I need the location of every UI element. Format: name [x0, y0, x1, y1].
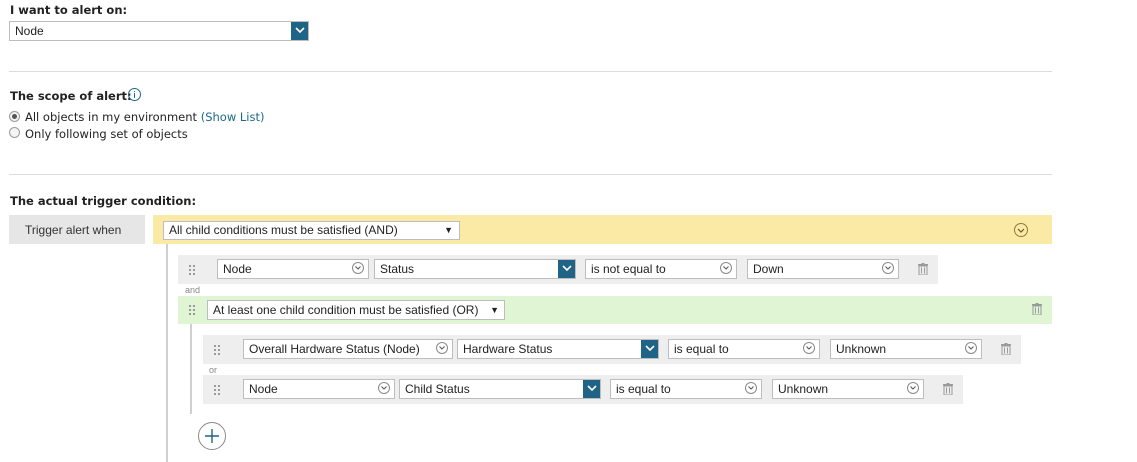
trash-icon[interactable] [918, 263, 928, 275]
alert-on-select[interactable]: Node [9, 21, 309, 41]
row1-operator-value: is not equal to [591, 262, 666, 276]
chevron-down-icon[interactable] [882, 262, 894, 274]
row1-field-select[interactable]: Status [374, 259, 576, 279]
scope-all-radio[interactable] [9, 111, 20, 122]
scope-following-label: Only following set of objects [25, 127, 188, 141]
trigger-when-label: Trigger alert when [25, 223, 122, 237]
chevron-down-icon[interactable] [745, 382, 757, 394]
drag-handle-icon[interactable] [214, 385, 222, 395]
root-condition-value: All child conditions must be satisfied (… [169, 223, 398, 237]
tree-line [190, 324, 192, 414]
add-condition-button[interactable] [198, 422, 226, 450]
scope-all-label: All objects in my environment [25, 110, 198, 124]
or-row2-field-select[interactable]: Child Status [399, 379, 601, 399]
root-condition-select[interactable]: All child conditions must be satisfied (… [163, 221, 460, 240]
chevron-down-icon[interactable] [965, 342, 977, 354]
or-row1-field-value: Hardware Status [463, 342, 553, 356]
or-row2-object-select[interactable]: Node [243, 379, 395, 399]
info-icon[interactable] [128, 88, 141, 101]
or-row2-field-value: Child Status [405, 382, 470, 396]
or-condition-select[interactable]: At least one child condition must be sat… [207, 300, 505, 320]
plus-circle-icon [205, 429, 219, 443]
chevron-down-icon[interactable] [720, 262, 732, 274]
or-row1-value-value: Unknown [836, 342, 887, 356]
drag-handle-icon[interactable] [189, 265, 197, 275]
chevron-down-icon[interactable] [558, 260, 575, 278]
drag-handle-icon[interactable] [214, 345, 222, 355]
chevron-down-icon[interactable] [378, 382, 390, 394]
or-row2-operator-select[interactable]: is equal to [610, 379, 762, 399]
row1-field-value: Status [380, 262, 415, 276]
or-row2-value-value: Unknown [778, 382, 829, 396]
trigger-label: The actual trigger condition: [10, 194, 197, 208]
or-row1-field-select[interactable]: Hardware Status [457, 339, 659, 359]
or-row1-value-select[interactable]: Unknown [830, 339, 982, 359]
alert-on-value: Node [15, 24, 44, 38]
trigger-when-box: Trigger alert when [9, 215, 145, 244]
or-row1-object-select[interactable]: Overall Hardware Status (Node) [243, 339, 453, 359]
tree-line [166, 244, 168, 462]
divider [9, 174, 1052, 175]
row1-operator-select[interactable]: is not equal to [585, 259, 737, 279]
drag-handle-icon[interactable] [189, 305, 197, 315]
scope-label: The scope of alert: [10, 89, 132, 103]
divider [9, 71, 1052, 72]
chevron-down-icon[interactable] [641, 340, 658, 358]
row1-value-select[interactable]: Down [747, 259, 899, 279]
chevron-down-icon[interactable] [907, 382, 919, 394]
chevron-down-icon[interactable] [803, 342, 815, 354]
trash-icon[interactable] [1001, 343, 1011, 355]
trash-icon[interactable] [1032, 303, 1042, 315]
alert-on-label: I want to alert on: [10, 3, 128, 17]
trash-icon[interactable] [943, 383, 953, 395]
or-row1-operator-value: is equal to [674, 342, 729, 356]
row1-object-value: Node [223, 262, 252, 276]
scope-following-radio[interactable] [9, 127, 20, 138]
chevron-down-icon[interactable] [291, 22, 308, 40]
or-row1-operator-select[interactable]: is equal to [668, 339, 820, 359]
or-row2-value-select[interactable]: Unknown [772, 379, 924, 399]
row1-value-value: Down [753, 262, 784, 276]
chevron-down-icon[interactable] [436, 342, 448, 354]
show-list-link[interactable]: (Show List) [201, 110, 265, 124]
caret-down-icon[interactable]: ▼ [444, 222, 453, 239]
scope-all-option: All objects in my environment (Show List… [25, 110, 264, 124]
or-row2-operator-value: is equal to [616, 382, 671, 396]
chevron-down-icon[interactable] [583, 380, 600, 398]
chevron-down-icon[interactable] [352, 262, 364, 274]
or-row1-object-value: Overall Hardware Status (Node) [249, 342, 420, 356]
and-connector: and [185, 285, 201, 295]
or-connector: or [209, 365, 218, 375]
caret-down-icon[interactable]: ▼ [490, 301, 499, 319]
or-condition-value: At least one child condition must be sat… [213, 303, 479, 317]
or-row2-object-value: Node [249, 382, 278, 396]
row1-object-select[interactable]: Node [217, 259, 369, 279]
collapse-icon[interactable] [1014, 223, 1028, 237]
